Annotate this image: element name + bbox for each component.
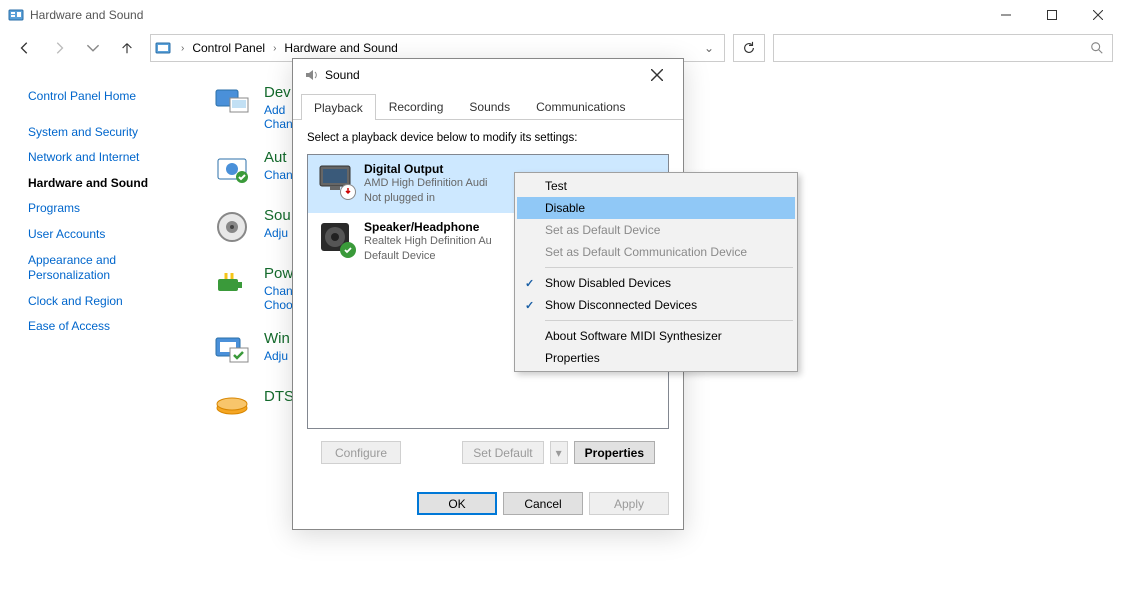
dialog-close-button[interactable] (637, 62, 677, 88)
device-driver: AMD High Definition Audi (364, 176, 488, 191)
set-default-dropdown[interactable]: ▾ (550, 441, 568, 464)
up-button[interactable] (112, 33, 142, 63)
context-menu-item: Set as Default Device (517, 219, 795, 241)
category-links[interactable]: ChanChoo (264, 284, 293, 312)
dialog-tabs: PlaybackRecordingSoundsCommunications (293, 93, 683, 120)
category-row: Pow ChanChoo (212, 265, 294, 312)
chevron-down-icon[interactable]: ⌄ (400, 41, 720, 55)
properties-button[interactable]: Properties (574, 441, 655, 464)
unplugged-icon (340, 184, 356, 200)
device-status: Default Device (364, 249, 492, 264)
sidebar-link[interactable]: Control Panel Home (28, 84, 200, 110)
breadcrumb-item[interactable]: Control Panel (190, 41, 267, 55)
device-icon (318, 162, 352, 196)
window-controls (983, 0, 1121, 30)
context-menu-item[interactable]: Show Disabled Devices (517, 272, 795, 294)
category-links[interactable]: Adju (264, 226, 291, 240)
context-menu-item[interactable]: Properties (517, 347, 795, 369)
breadcrumb-icon (155, 40, 171, 56)
device-name: Speaker/Headphone (364, 220, 492, 234)
sidebar-link[interactable]: Programs (28, 196, 200, 222)
sidebar-link[interactable]: User Accounts (28, 222, 200, 248)
category-links[interactable]: Chan (264, 168, 293, 182)
sidebar-link[interactable]: Clock and Region (28, 289, 200, 315)
control-panel-icon (8, 7, 24, 23)
chevron-right-icon: › (267, 43, 282, 54)
category-row: Dev AddChan (212, 84, 294, 131)
category-icon (212, 330, 252, 370)
category-row: Aut Chan (212, 149, 294, 189)
category-title[interactable]: Dev (264, 84, 293, 101)
set-default-button[interactable]: Set Default (462, 441, 543, 464)
dialog-tab[interactable]: Recording (376, 93, 457, 119)
sound-icon (303, 67, 319, 83)
category-row: Win Adju (212, 330, 294, 370)
recent-dropdown[interactable] (78, 33, 108, 63)
maximize-button[interactable] (1029, 0, 1075, 30)
sidebar: Control Panel Home System and SecurityNet… (0, 66, 200, 446)
apply-button[interactable]: Apply (589, 492, 669, 515)
chevron-right-icon: › (175, 43, 190, 54)
context-menu: TestDisableSet as Default DeviceSet as D… (514, 172, 798, 372)
device-name: Digital Output (364, 162, 488, 176)
category-icon (212, 149, 252, 189)
sidebar-link[interactable]: Hardware and Sound (28, 171, 200, 197)
cancel-button[interactable]: Cancel (503, 492, 583, 515)
category-icon (212, 388, 252, 428)
context-menu-item: Set as Default Communication Device (517, 241, 795, 263)
context-menu-item[interactable]: Disable (517, 197, 795, 219)
window-title: Hardware and Sound (30, 8, 143, 22)
context-menu-item[interactable]: Show Disconnected Devices (517, 294, 795, 316)
category-title[interactable]: Aut (264, 149, 293, 166)
category-row: Sou Adju (212, 207, 294, 247)
category-title[interactable]: Win (264, 330, 290, 347)
dialog-tab[interactable]: Communications (523, 93, 638, 119)
device-driver: Realtek High Definition Au (364, 234, 492, 249)
device-icon (318, 220, 352, 254)
refresh-button[interactable] (733, 34, 765, 62)
category-icon (212, 84, 252, 124)
category-links[interactable]: AddChan (264, 103, 293, 131)
context-menu-item[interactable]: Test (517, 175, 795, 197)
dialog-titlebar[interactable]: Sound (293, 59, 683, 91)
titlebar: Hardware and Sound (0, 0, 1121, 30)
back-button[interactable] (10, 33, 40, 63)
configure-button[interactable]: Configure (321, 441, 401, 464)
sidebar-link[interactable]: Network and Internet (28, 145, 200, 171)
content-area: Dev AddChan Aut Chan Sou Adju Pow ChanChoo Win Ad… (200, 66, 294, 446)
category-title[interactable]: Pow (264, 265, 293, 282)
category-row: DTS (212, 388, 294, 428)
dialog-tab[interactable]: Playback (301, 94, 376, 120)
breadcrumb-item[interactable]: Hardware and Sound (282, 41, 399, 55)
menu-separator (545, 267, 793, 268)
category-title[interactable]: Sou (264, 207, 291, 224)
context-menu-item[interactable]: About Software MIDI Synthesizer (517, 325, 795, 347)
category-links[interactable]: Adju (264, 349, 290, 363)
category-icon (212, 207, 252, 247)
search-input[interactable] (773, 34, 1113, 62)
sidebar-link[interactable]: Appearance and Personalization (28, 248, 200, 289)
dialog-hint: Select a playback device below to modify… (307, 132, 669, 144)
forward-button[interactable] (44, 33, 74, 63)
category-title[interactable]: DTS (264, 388, 294, 405)
menu-separator (545, 320, 793, 321)
default-check-icon (340, 242, 356, 258)
sidebar-link[interactable]: Ease of Access (28, 314, 200, 340)
device-status: Not plugged in (364, 191, 488, 206)
dialog-tab[interactable]: Sounds (456, 93, 523, 119)
category-icon (212, 265, 252, 305)
sidebar-link[interactable]: System and Security (28, 120, 200, 146)
close-button[interactable] (1075, 0, 1121, 30)
search-icon (1090, 41, 1104, 55)
minimize-button[interactable] (983, 0, 1029, 30)
ok-button[interactable]: OK (417, 492, 497, 515)
dialog-title: Sound (325, 68, 360, 82)
